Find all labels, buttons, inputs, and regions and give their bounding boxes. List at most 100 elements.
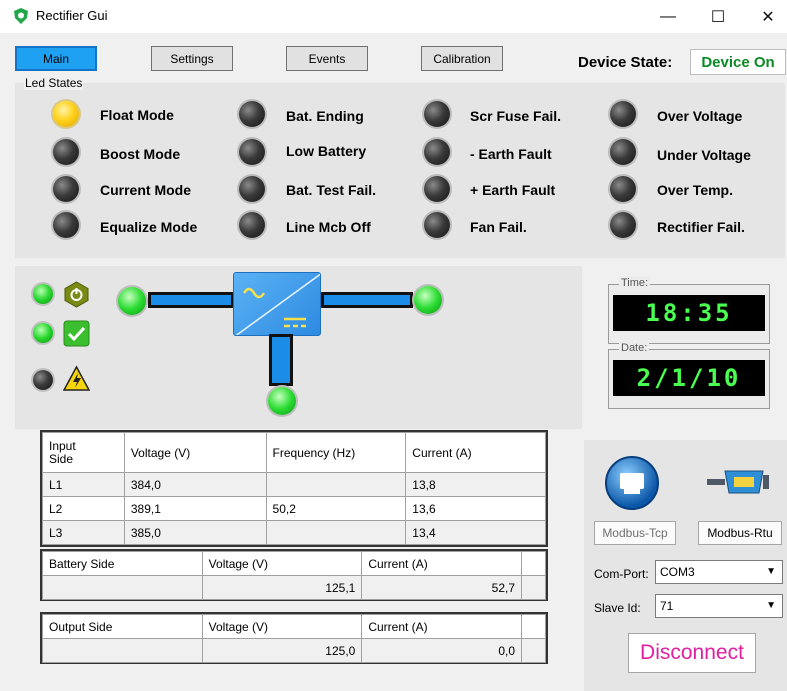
disconnect-button[interactable]: Disconnect xyxy=(628,633,756,673)
current-cell: 52,7 xyxy=(361,575,523,600)
bat-test-fail-led xyxy=(239,176,265,202)
maximize-button[interactable]: ☐ xyxy=(695,0,741,33)
battery-line-led xyxy=(268,387,296,415)
modbus-rtu-button[interactable]: Modbus-Rtu xyxy=(698,521,782,545)
com-port-label: Com-Port: xyxy=(594,567,649,581)
plus-earth-fault-label: + Earth Fault xyxy=(470,182,556,198)
float-mode-led xyxy=(53,101,79,127)
serial-rtu-icon[interactable] xyxy=(707,465,769,499)
current-mode-led xyxy=(53,176,79,202)
over-temp-led xyxy=(610,176,636,202)
slave-id-value: 71 xyxy=(660,599,674,613)
equalize-mode-led xyxy=(53,212,79,238)
table-header-row: Battery Side Voltage (V) Current (A) xyxy=(42,551,546,576)
boost-mode-label: Boost Mode xyxy=(100,146,181,162)
app-shield-icon xyxy=(14,8,28,24)
tab-bar: Main Settings Events Calibration Device … xyxy=(0,33,787,83)
close-button[interactable]: ✕ xyxy=(745,0,787,33)
equalize-mode-label: Equalize Mode xyxy=(100,219,198,235)
title-bar: Rectifier Gui — ☐ ✕ xyxy=(0,0,787,33)
current-header: Current (A) xyxy=(361,551,523,576)
high-voltage-warning-icon xyxy=(63,365,90,391)
battery-side-table: Battery Side Voltage (V) Current (A) 125… xyxy=(40,549,548,601)
window-title: Rectifier Gui xyxy=(36,8,108,23)
bat-ending-label: Bat. Ending xyxy=(286,108,364,124)
current-mode-label: Current Mode xyxy=(100,182,191,198)
fan-fail-led xyxy=(424,212,450,238)
current-header: Current (A) xyxy=(405,432,546,473)
over-voltage-led xyxy=(610,101,636,127)
minimize-button[interactable]: — xyxy=(645,0,691,33)
under-voltage-label: Under Voltage xyxy=(657,147,751,163)
voltage-cell: 384,0 xyxy=(123,472,267,497)
row-label xyxy=(42,638,203,663)
rectifier-block-icon xyxy=(233,272,321,336)
table-header-row: Output Side Voltage (V) Current (A) xyxy=(42,614,546,639)
line-mcb-off-label: Line Mcb Off xyxy=(286,219,371,235)
com-port-value: COM3 xyxy=(660,565,695,579)
voltage-header: Voltage (V) xyxy=(201,551,363,576)
row-label: L2 xyxy=(42,496,125,521)
voltage-cell: 389,1 xyxy=(123,496,267,521)
fan-fail-label: Fan Fail. xyxy=(470,219,527,235)
float-mode-label: Float Mode xyxy=(100,107,174,123)
output-pipe xyxy=(321,292,413,308)
spacer-cell xyxy=(521,638,546,663)
voltage-cell: 125,0 xyxy=(201,638,363,663)
modbus-tcp-button[interactable]: Modbus-Tcp xyxy=(594,521,676,545)
current-cell: 13,4 xyxy=(405,520,546,545)
scr-fuse-fail-led xyxy=(424,101,450,127)
low-battery-label: Low Battery xyxy=(286,143,367,159)
tab-events[interactable]: Events xyxy=(286,46,368,71)
under-voltage-led xyxy=(610,139,636,165)
current-cell: 13,8 xyxy=(405,472,546,497)
frequency-cell: 50,2 xyxy=(265,496,407,521)
date-display: 2/1/10 xyxy=(613,360,765,396)
device-state-label: Device State: xyxy=(578,54,673,71)
time-caption: Time: xyxy=(619,277,651,289)
warning-status-led xyxy=(33,370,53,390)
output-side-table: Output Side Voltage (V) Current (A) 125,… xyxy=(40,612,548,664)
table-row: L3 385,0 13,4 xyxy=(42,520,546,545)
tab-settings[interactable]: Settings xyxy=(151,46,233,71)
power-icon xyxy=(64,281,89,308)
frequency-cell xyxy=(265,472,407,497)
com-port-select[interactable]: COM3 ▼ xyxy=(655,560,783,584)
time-frame: Time: 18:35 xyxy=(608,277,770,344)
current-header: Current (A) xyxy=(361,614,522,639)
row-label xyxy=(42,575,203,600)
output-line-led xyxy=(414,286,442,314)
network-tcp-icon[interactable] xyxy=(604,455,660,511)
bat-ending-led xyxy=(239,101,265,127)
power-status-led xyxy=(33,284,53,304)
frequency-cell xyxy=(265,520,407,545)
output-side-header: Output Side xyxy=(42,614,203,639)
battery-pipe xyxy=(269,334,293,386)
voltage-header: Voltage (V) xyxy=(201,614,363,639)
slave-id-select[interactable]: 71 ▼ xyxy=(655,594,783,618)
battery-side-header: Battery Side xyxy=(42,551,203,576)
row-label: L3 xyxy=(42,520,125,545)
tab-calibration[interactable]: Calibration xyxy=(421,46,503,71)
voltage-cell: 125,1 xyxy=(201,575,363,600)
table-row: 125,1 52,7 xyxy=(42,575,546,600)
chevron-down-icon: ▼ xyxy=(766,566,776,577)
device-state-value: Device On xyxy=(690,49,786,75)
rectifier-fail-led xyxy=(610,212,636,238)
low-battery-led xyxy=(239,139,265,165)
spacer-cell xyxy=(521,575,546,600)
current-cell: 0,0 xyxy=(361,638,522,663)
input-pipe xyxy=(148,292,234,308)
time-display: 18:35 xyxy=(613,295,765,331)
led-states-caption: Led States xyxy=(24,76,84,90)
slave-id-label: Slave Id: xyxy=(594,601,641,615)
rectifier-fail-label: Rectifier Fail. xyxy=(657,219,745,235)
ok-status-led xyxy=(33,323,53,343)
spacer-cell xyxy=(521,551,546,576)
table-row: 125,0 0,0 xyxy=(42,638,546,663)
chevron-down-icon: ▼ xyxy=(766,600,776,611)
tab-main[interactable]: Main xyxy=(15,46,97,71)
bat-test-fail-label: Bat. Test Fail. xyxy=(286,182,376,198)
table-row: L2 389,1 50,2 13,6 xyxy=(42,496,546,521)
input-side-table: Input Side Voltage (V) Frequency (Hz) Cu… xyxy=(40,430,548,547)
